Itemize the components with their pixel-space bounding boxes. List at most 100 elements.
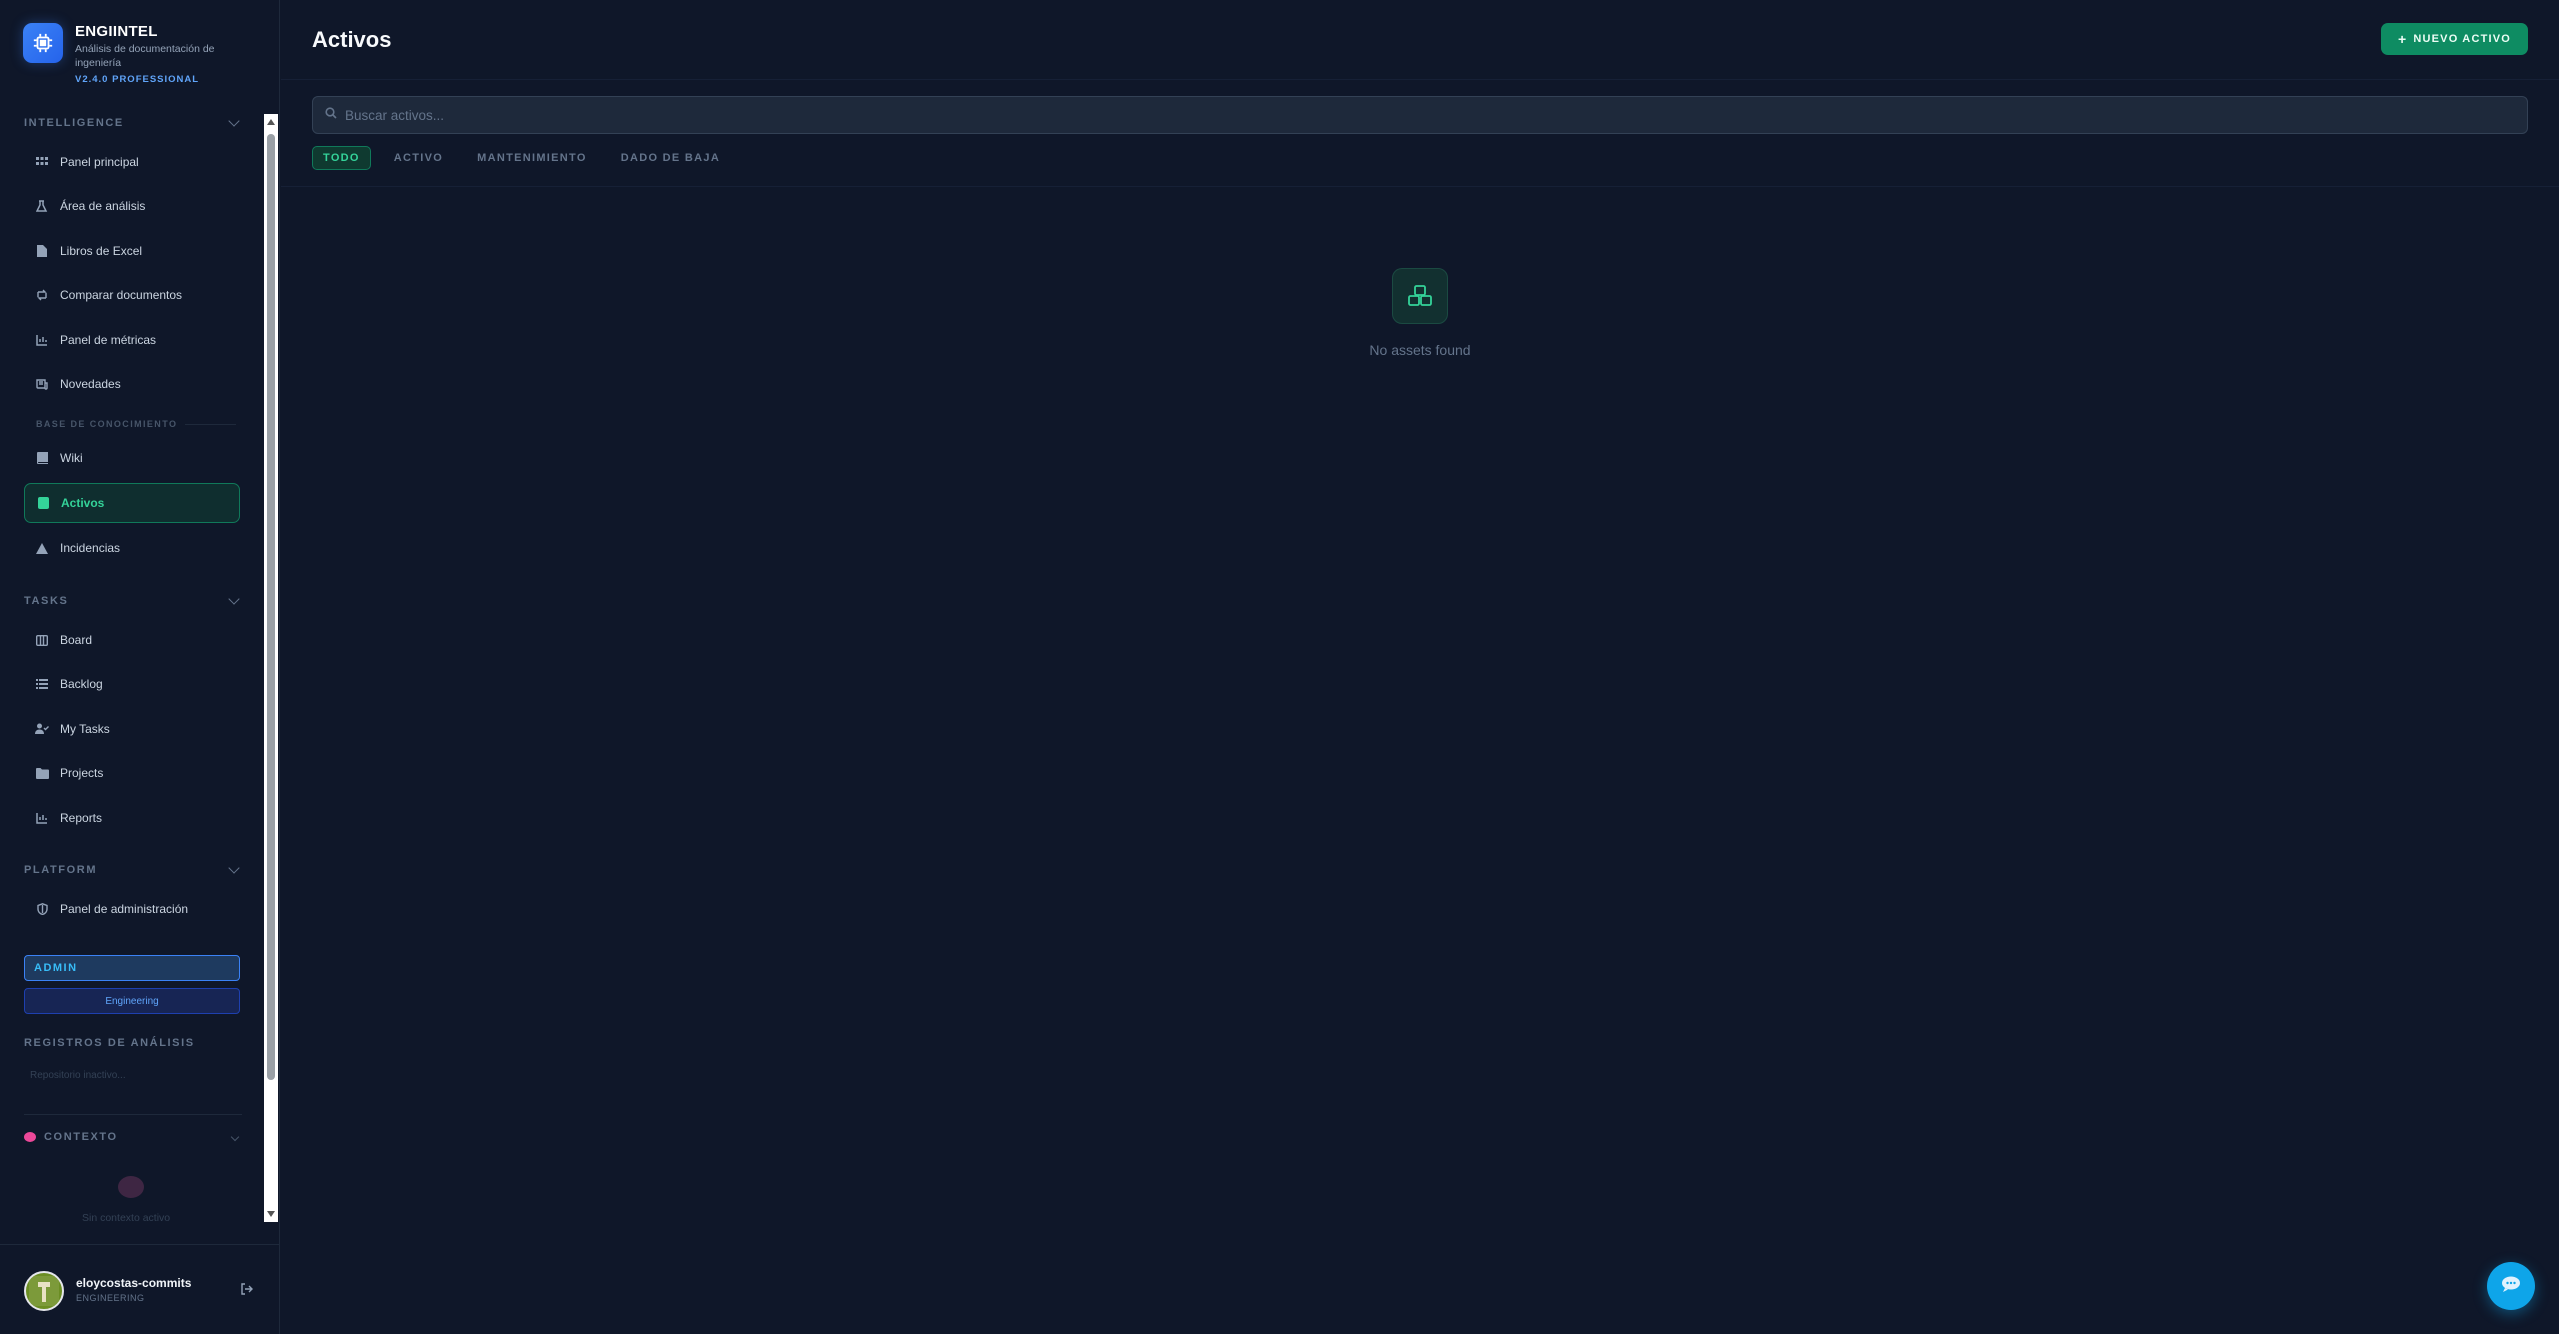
analysis-logs-title: REGISTROS DE ANÁLISIS: [24, 1037, 195, 1049]
tab-dado-de-baja[interactable]: DADO DE BAJA: [610, 146, 731, 170]
sidebar-item-label: Backlog: [60, 677, 103, 691]
sidebar-item-label: Libros de Excel: [60, 244, 143, 258]
folder-icon: [35, 766, 49, 780]
brain-icon: [24, 1132, 36, 1142]
chevron-down-icon: [228, 115, 240, 127]
sidebar-item-label: Board: [60, 633, 93, 647]
database-icon: [36, 496, 50, 510]
file-icon: [35, 244, 49, 258]
compare-icon: [35, 288, 49, 302]
sidebar-item-board[interactable]: Board: [24, 620, 240, 660]
sidebar-item-comparar-documentos[interactable]: Comparar documentos: [24, 275, 240, 315]
chevron-down-icon: [228, 593, 240, 605]
knowledge-base-label: BASE DE CONOCIMIENTO: [36, 419, 178, 429]
brand: ENGIINTEL Análisis de documentación de i…: [23, 23, 215, 85]
sidebar-item-panel-metricas[interactable]: Panel de métricas: [24, 320, 240, 360]
sidebar-item-label: Incidencias: [60, 541, 121, 555]
department-badge: Engineering: [24, 988, 240, 1014]
sidebar-item-projects[interactable]: Projects: [24, 753, 240, 793]
divider: [281, 79, 2559, 80]
list-icon: [35, 677, 49, 691]
tab-todo[interactable]: TODO: [312, 146, 371, 170]
brand-subtitle: Análisis de documentación de ingeniería: [75, 43, 215, 69]
page-title: Activos: [312, 27, 392, 52]
section-intelligence[interactable]: INTELLIGENCE: [24, 115, 242, 129]
sidebar-item-libros-excel[interactable]: Libros de Excel: [24, 231, 240, 271]
user-panel: eloycostas-commits ENGINEERING: [0, 1244, 280, 1334]
sidebar-item-label: Área de análisis: [60, 199, 146, 213]
brand-version: V2.4.0 PROFESSIONAL: [75, 74, 200, 85]
chat-bubble-icon: [2500, 1275, 2522, 1298]
chip-icon: [23, 23, 63, 63]
chat-button[interactable]: [2487, 1262, 2535, 1310]
sidebar-item-label: Reports: [60, 811, 103, 825]
sidebar-item-label: Novedades: [60, 377, 121, 391]
avatar[interactable]: [24, 1271, 64, 1311]
divider: [281, 186, 2559, 187]
scroll-down-icon[interactable]: [267, 1211, 275, 1217]
context-title: CONTEXTO: [44, 1131, 118, 1143]
sidebar-scrollbar[interactable]: [264, 114, 278, 1222]
user-name: eloycostas-commits: [76, 1276, 192, 1290]
empty-message: No assets found: [1369, 342, 1471, 358]
tab-mantenimiento[interactable]: MANTENIMIENTO: [466, 146, 598, 170]
scroll-up-icon[interactable]: [267, 119, 275, 125]
filter-tabs: TODO ACTIVO MANTENIMIENTO DADO DE BAJA: [312, 146, 731, 170]
sidebar-item-label: Panel principal: [60, 155, 139, 169]
new-asset-button[interactable]: + NUEVO ACTIVO: [2381, 23, 2528, 55]
chevron-down-icon: [230, 1132, 240, 1142]
user-role: ENGINEERING: [76, 1293, 145, 1303]
chart-icon: [35, 811, 49, 825]
section-platform-label: PLATFORM: [24, 864, 98, 876]
plus-icon: +: [2397, 31, 2408, 47]
sidebar-item-label: Comparar documentos: [60, 288, 183, 302]
sidebar-item-label: Projects: [60, 766, 104, 780]
board-icon: [35, 633, 49, 647]
chart-icon: [35, 333, 49, 347]
boxes-icon: [1392, 268, 1448, 324]
main-content: Activos + NUEVO ACTIVO TODO ACTIVO MANTE…: [281, 0, 2559, 1334]
sidebar-item-panel-admin[interactable]: Panel de administración: [24, 889, 240, 929]
book-icon: [35, 451, 49, 465]
sidebar-item-wiki[interactable]: Wiki: [24, 438, 240, 478]
grid-icon: [35, 155, 49, 169]
sidebar-item-label: Panel de métricas: [60, 333, 157, 347]
section-platform[interactable]: PLATFORM: [24, 862, 242, 876]
sidebar: ENGIINTEL Análisis de documentación de i…: [0, 0, 280, 1334]
news-icon: [35, 377, 49, 391]
brain-icon: [118, 1176, 144, 1198]
search-input[interactable]: [345, 107, 2445, 123]
sidebar-item-label: Panel de administración: [60, 902, 189, 916]
new-asset-label: NUEVO ACTIVO: [2413, 33, 2512, 45]
search-box[interactable]: [312, 96, 2528, 134]
sidebar-item-reports[interactable]: Reports: [24, 798, 240, 838]
sidebar-item-label: My Tasks: [60, 722, 110, 736]
sidebar-item-panel-principal[interactable]: Panel principal: [24, 142, 240, 182]
section-tasks[interactable]: TASKS: [24, 593, 242, 607]
sidebar-item-novedades[interactable]: Novedades: [24, 364, 240, 404]
logout-icon[interactable]: [240, 1282, 256, 1298]
sidebar-item-area-analisis[interactable]: Área de análisis: [24, 186, 240, 226]
user-check-icon: [35, 722, 49, 736]
chevron-down-icon: [228, 862, 240, 874]
sidebar-item-my-tasks[interactable]: My Tasks: [24, 709, 240, 749]
flask-icon: [35, 199, 49, 213]
tab-activo[interactable]: ACTIVO: [383, 146, 454, 170]
shield-icon: [35, 902, 49, 916]
sidebar-item-label: Activos: [61, 496, 105, 510]
divider: [24, 1114, 242, 1115]
sidebar-item-incidencias[interactable]: Incidencias: [24, 528, 240, 568]
section-intelligence-label: INTELLIGENCE: [24, 117, 124, 129]
sidebar-item-activos[interactable]: Activos: [24, 483, 240, 523]
context-header[interactable]: CONTEXTO: [24, 1131, 242, 1143]
warning-icon: [35, 541, 49, 555]
brand-name: ENGIINTEL: [75, 23, 158, 40]
search-icon: [325, 106, 337, 124]
sidebar-item-label: Wiki: [60, 451, 83, 465]
scrollbar-thumb[interactable]: [267, 134, 275, 1080]
analysis-logs-empty: Repositorio inactivo...: [30, 1070, 126, 1081]
context-empty: Sin contexto activo: [82, 1212, 171, 1224]
section-tasks-label: TASKS: [24, 595, 69, 607]
sidebar-item-backlog[interactable]: Backlog: [24, 664, 240, 704]
knowledge-base-divider: BASE DE CONOCIMIENTO: [36, 419, 236, 429]
